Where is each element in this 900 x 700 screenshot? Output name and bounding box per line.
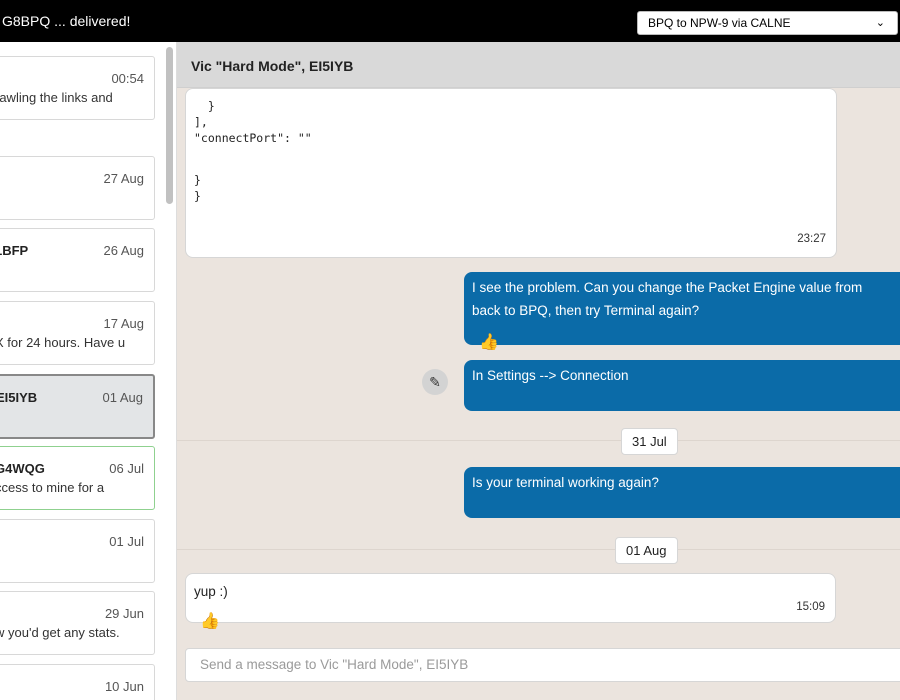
message-text: In Settings --> Connection [472, 368, 629, 383]
incoming-message-code: } ], "connectPort": "" } } 23:27 [185, 88, 837, 258]
date-separator: 01 Aug [177, 537, 900, 564]
code-line: } [194, 99, 215, 113]
conversation-date: 29 Jun [104, 606, 144, 621]
incoming-message: yup :) 15:09 [185, 573, 836, 623]
message-text: I see the problem. Can you change the Pa… [472, 280, 863, 295]
conversation-date: 17 Aug [103, 316, 145, 331]
top-bar: G8BPQ ... delivered! BPQ to NPW-9 via CA… [0, 0, 900, 42]
list-item[interactable]: 00:54 rawling the links and [0, 56, 155, 120]
conversation-snippet: w you'd get any stats. [0, 625, 120, 640]
conversation-date: 01 Aug [102, 390, 144, 405]
date-pill: 01 Aug [615, 537, 678, 564]
list-item[interactable]: 1BFP 26 Aug [0, 228, 155, 292]
thumbs-up-reaction-icon[interactable]: 👍 [479, 332, 499, 352]
conversation-snippet: rawling the links and [0, 90, 113, 105]
message-text: Is your terminal working again? [472, 475, 659, 490]
outgoing-message: Is your terminal working again? [464, 467, 900, 518]
conversation-snippet: X for 24 hours. Have u [0, 335, 126, 350]
list-item[interactable]: 27 Aug [0, 156, 155, 220]
conversation-date: 10 Jun [104, 679, 144, 694]
code-line: } [194, 173, 201, 187]
message-composer[interactable] [185, 648, 900, 682]
list-item-selected[interactable]: EI5IYB 01 Aug [0, 374, 155, 439]
code-line: "connectPort": "" [194, 131, 312, 145]
conversation-date: 27 Aug [103, 171, 145, 186]
conversation-name: EI5IYB [0, 390, 38, 405]
list-item[interactable]: 17 Aug X for 24 hours. Have u [0, 301, 155, 365]
conversation-date: 26 Aug [103, 243, 145, 258]
date-separator: 31 Jul [177, 428, 900, 455]
conversation-date: 06 Jul [109, 461, 144, 476]
chat-title: Vic "Hard Mode", EI5IYB [191, 58, 354, 74]
chat-pane: Vic "Hard Mode", EI5IYB } ], "connectPor… [177, 42, 900, 700]
separator-line [177, 440, 900, 441]
message-time: 23:27 [797, 233, 826, 245]
list-item[interactable]: 10 Jun [0, 664, 155, 700]
code-line: ], [194, 115, 208, 129]
list-item[interactable]: 29 Jun w you'd get any stats. [0, 591, 155, 655]
edit-icon[interactable]: ✎ [422, 369, 448, 395]
chat-header: Vic "Hard Mode", EI5IYB [177, 42, 900, 88]
route-select-value: BPQ to NPW-9 via CALNE [648, 16, 791, 30]
message-time: 15:09 [796, 601, 825, 613]
outgoing-message: In Settings --> Connection [464, 360, 900, 411]
date-pill: 31 Jul [621, 428, 678, 455]
conversation-date: 01 Jul [109, 534, 144, 549]
message-text: yup :) [194, 584, 228, 599]
code-line: } [194, 189, 201, 203]
sidebar-scrollbar[interactable] [166, 47, 173, 204]
conversation-date: 00:54 [111, 71, 144, 86]
outgoing-message: I see the problem. Can you change the Pa… [464, 272, 900, 345]
separator-line [177, 549, 900, 550]
conversation-name: G4WQG [0, 461, 45, 476]
list-item-unread[interactable]: G4WQG 06 Jul ccess to mine for a [0, 446, 155, 510]
route-select[interactable]: BPQ to NPW-9 via CALNE ⌄ [637, 11, 898, 35]
conversation-snippet: ccess to mine for a [0, 480, 105, 495]
thumbs-up-reaction-icon[interactable]: 👍 [200, 611, 220, 631]
conversation-list: 00:54 rawling the links and 27 Aug 1BFP … [0, 42, 176, 700]
chevron-down-icon: ⌄ [875, 17, 885, 29]
message-text: back to BPQ, then try Terminal again? [472, 303, 700, 318]
list-item[interactable]: 01 Jul [0, 519, 155, 583]
message-input[interactable] [198, 649, 898, 680]
conversation-name: 1BFP [0, 243, 29, 258]
delivery-status: G8BPQ ... delivered! [2, 13, 131, 29]
